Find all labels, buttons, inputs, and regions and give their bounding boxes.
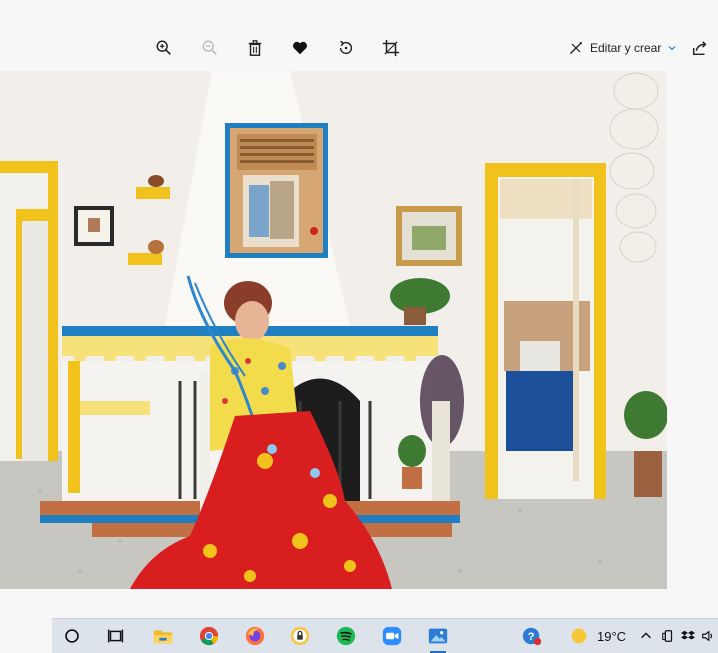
taskbar-zoom[interactable] [380, 624, 404, 648]
edit-create-label: Editar y crear [590, 41, 662, 55]
weather-temperature: 19°C [597, 629, 627, 644]
zoom-in-button[interactable] [152, 36, 176, 60]
spotify-icon [336, 626, 356, 646]
trash-icon [248, 40, 262, 56]
rotate-button[interactable] [334, 36, 358, 60]
favorite-button[interactable] [288, 36, 312, 60]
taskbar-chrome[interactable] [197, 624, 221, 648]
file-explorer-icon [153, 630, 173, 644]
heart-icon [292, 41, 308, 55]
weather-sun-icon [571, 628, 587, 644]
photo-toolbar: Editar y crear [0, 28, 718, 68]
taskbar-search[interactable] [60, 624, 84, 648]
taskbar-photos[interactable] [426, 624, 450, 653]
search-circle-icon [65, 629, 79, 643]
taskbar-file-explorer[interactable] [151, 624, 175, 648]
tray-show-hidden[interactable] [638, 628, 654, 644]
delete-button[interactable] [243, 36, 267, 60]
svg-text:?: ? [528, 631, 535, 643]
task-view-icon [107, 629, 124, 643]
taskbar-help[interactable]: ? [520, 624, 544, 648]
taskbar-weather[interactable] [567, 624, 591, 648]
crop-button[interactable] [379, 36, 403, 60]
edit-tools-icon [569, 42, 582, 55]
vpn-lock-icon [290, 626, 310, 646]
help-icon: ? [522, 627, 542, 646]
firefox-icon [245, 626, 265, 646]
share-button[interactable] [688, 36, 712, 60]
crop-icon [382, 39, 400, 57]
windows-taskbar: ? 19°C [52, 618, 718, 653]
zoom-in-icon [156, 40, 171, 55]
chrome-icon [199, 626, 219, 646]
taskbar-vpn[interactable] [288, 624, 312, 648]
tray-phone[interactable] [660, 628, 676, 644]
taskbar-task-view[interactable] [104, 624, 128, 648]
photo-viewer-image[interactable] [0, 71, 667, 589]
taskbar-firefox[interactable] [243, 624, 267, 648]
phone-icon [662, 630, 673, 642]
speaker-icon [702, 630, 713, 642]
tray-dropbox[interactable] [680, 628, 696, 644]
share-icon [692, 41, 707, 56]
zoom-out-icon [202, 40, 217, 55]
chevron-up-icon [641, 632, 651, 639]
photos-icon [428, 628, 448, 644]
taskbar-spotify[interactable] [334, 624, 358, 648]
tray-speaker[interactable] [700, 628, 716, 644]
chevron-down-icon [668, 46, 676, 51]
rotate-icon [339, 40, 353, 55]
zoom-out-button[interactable] [198, 36, 222, 60]
dropbox-icon [681, 630, 695, 640]
zoom-icon [382, 626, 402, 646]
photo-scene [0, 71, 667, 589]
edit-create-button[interactable]: Editar y crear [568, 36, 677, 60]
photos-app-window: Editar y crear [0, 0, 718, 618]
